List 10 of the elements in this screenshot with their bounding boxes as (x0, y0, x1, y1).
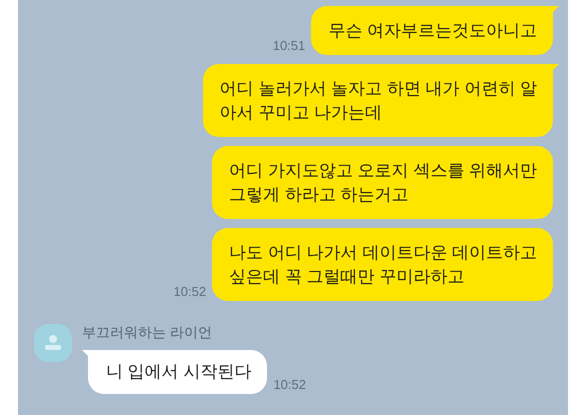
message-time: 10:52 (174, 284, 206, 301)
message-time: 10:51 (272, 38, 306, 55)
message-text: 어디 가지도않고 오로지 섹스를 위해서만 그렇게 하라고 하는거고 (229, 161, 537, 204)
message-text: 니 입에서 시작된다 (106, 362, 252, 381)
avatar-icon (34, 324, 72, 362)
message-text: 무슨 여자부르는것도아니고 (328, 21, 537, 40)
message-text: 어디 놀러가서 놀자고 하면 내가 어련히 알 아서 꾸미고 나가는데 (220, 79, 537, 122)
message-text: 나도 어디 나가서 데이트다운 데이트하고 싶은데 꼭 그럴때만 꾸미라하고 (229, 243, 537, 286)
sender-name: 부끄러워하는 라이언 (82, 324, 213, 342)
message-time: 10:52 (273, 377, 306, 394)
